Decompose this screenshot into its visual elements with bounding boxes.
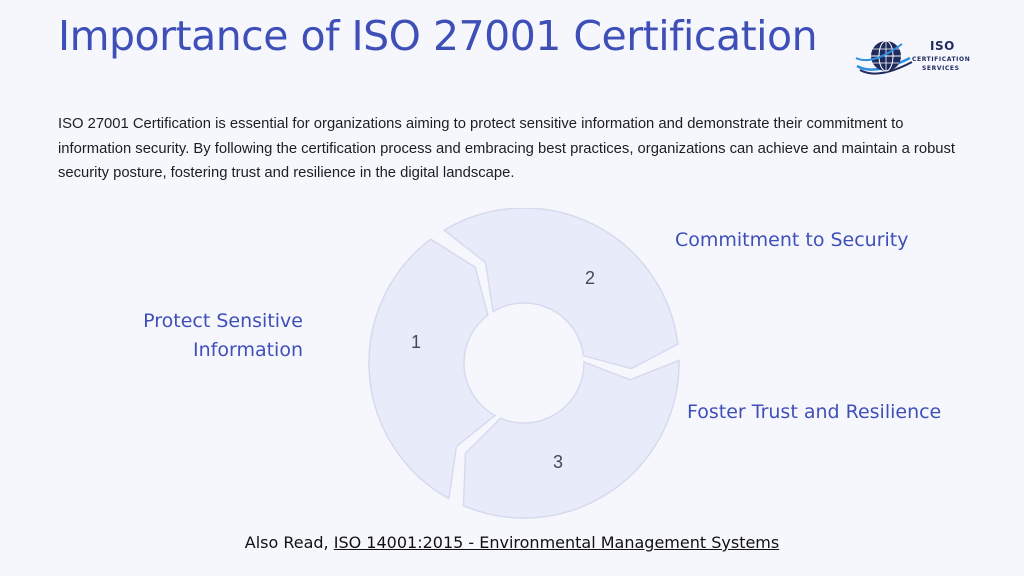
logo-text-certification: CERTIFICATION [912, 56, 971, 63]
segment-number-3: 3 [553, 452, 563, 472]
logo-text-iso: ISO [930, 39, 955, 53]
logo-text-services: SERVICES [922, 65, 960, 72]
company-logo[interactable]: ISO CERTIFICATION SERVICES [854, 36, 984, 80]
globe-icon [855, 40, 913, 75]
also-read-prefix: Also Read, [244, 533, 334, 552]
segment-label-1: Protect Sensitive Information [143, 310, 303, 361]
segment-number-1: 1 [411, 332, 421, 352]
segment-number-2: 2 [585, 268, 595, 288]
segment-label-3: Foster Trust and Resilience [687, 401, 942, 423]
cycle-segment-3 [462, 359, 680, 519]
segment-label-2: Commitment to Security [675, 229, 909, 251]
cycle-diagram: 1 2 3 [368, 208, 680, 519]
page-title: Importance of ISO 27001 Certification [58, 12, 818, 60]
also-read-link[interactable]: ISO 14001:2015 - Environmental Managemen… [334, 533, 780, 552]
intro-paragraph: ISO 27001 Certification is essential for… [58, 116, 956, 181]
also-read-footer: Also Read, ISO 14001:2015 - Environmenta… [0, 533, 1024, 552]
